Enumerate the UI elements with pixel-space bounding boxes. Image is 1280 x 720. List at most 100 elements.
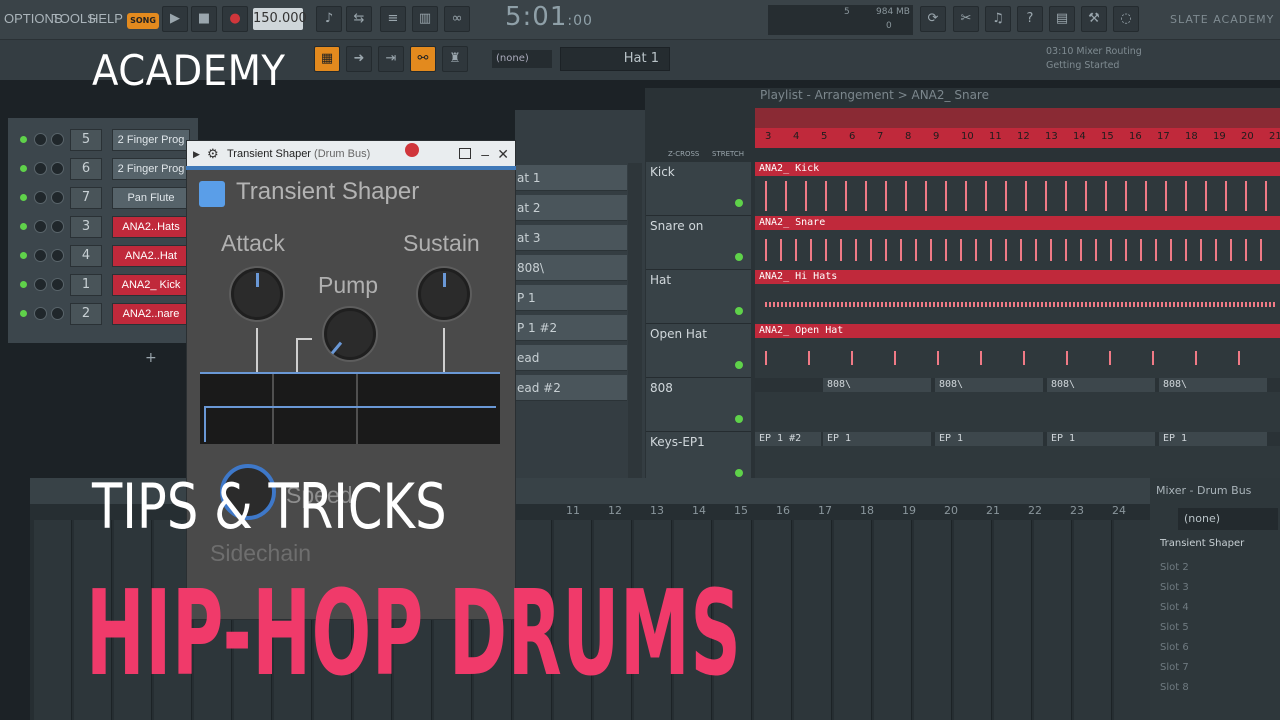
- audio-clip-header[interactable]: ANA2_ Open Hat: [755, 324, 1280, 338]
- mixer-track-number[interactable]: 2: [70, 303, 102, 325]
- close-icon[interactable]: ✕: [497, 141, 509, 167]
- browser-pattern-item[interactable]: P 1: [515, 285, 627, 311]
- track-mute-led-icon[interactable]: [735, 199, 743, 207]
- audio-clip-header[interactable]: ANA2_ Kick: [755, 162, 1280, 176]
- pattern-clip[interactable]: 808\: [935, 378, 1043, 392]
- plugin-enable-checkbox[interactable]: [199, 181, 225, 207]
- browser-pattern-item[interactable]: ead #2: [515, 375, 627, 401]
- plugin-menu-arrow-icon[interactable]: ▶: [193, 141, 200, 167]
- tools-icon[interactable]: ⚒: [1081, 6, 1107, 32]
- track-mute-led-icon[interactable]: [735, 307, 743, 315]
- track-lane[interactable]: [755, 176, 1280, 216]
- detach-icon[interactable]: [459, 148, 471, 159]
- mixer-track-number[interactable]: 6: [70, 158, 102, 180]
- typing-keyboard-icon[interactable]: ▦: [314, 46, 340, 72]
- plugin-titlebar[interactable]: ▶ ⚙ Transient Shaper (Drum Bus) – ✕: [187, 141, 515, 167]
- pan-knob[interactable]: [34, 220, 47, 233]
- browser-scrollbar[interactable]: [628, 163, 642, 483]
- fx-slot[interactable]: Slot 5: [1160, 622, 1189, 633]
- channel-name-button[interactable]: Pan Flute: [112, 187, 190, 209]
- pan-knob[interactable]: [34, 162, 47, 175]
- wait-icon[interactable]: ⇆: [346, 6, 372, 32]
- mixer-insert-strip[interactable]: [834, 520, 872, 720]
- volume-knob[interactable]: [51, 191, 64, 204]
- audio-clip-header[interactable]: ANA2_ Hi Hats: [755, 270, 1280, 284]
- mixer-insert-strip[interactable]: [1074, 520, 1112, 720]
- mixer-insert-strip[interactable]: [794, 520, 832, 720]
- fx-slot[interactable]: Slot 6: [1160, 642, 1189, 653]
- track-header[interactable]: Open Hat: [646, 324, 751, 378]
- pattern-clip[interactable]: EP 1: [823, 432, 931, 446]
- playlist-time-strip[interactable]: [755, 108, 1280, 128]
- mixer-track-number[interactable]: 5: [70, 129, 102, 151]
- blend-icon[interactable]: ▥: [412, 6, 438, 32]
- mixer-insert-strip[interactable]: [1114, 520, 1152, 720]
- track-lane[interactable]: [755, 338, 1280, 378]
- pan-knob[interactable]: [34, 249, 47, 262]
- fx-slot[interactable]: Slot 8: [1160, 682, 1189, 693]
- fx-slot[interactable]: Slot 2: [1160, 562, 1189, 573]
- pattern-clip[interactable]: EP 1: [1159, 432, 1267, 446]
- channel-name-button[interactable]: 2 Finger Prog: [112, 129, 190, 151]
- countdown-icon[interactable]: ≡: [380, 6, 406, 32]
- loop-record-icon[interactable]: ∞: [444, 6, 470, 32]
- mixer-track-number[interactable]: 1: [70, 274, 102, 296]
- link-icon[interactable]: ⚯: [410, 46, 436, 72]
- browser-pattern-item[interactable]: P 1 #2: [515, 315, 627, 341]
- gear-icon[interactable]: ⚙: [207, 141, 219, 167]
- track-mute-led-icon[interactable]: [735, 361, 743, 369]
- song-mode-toggle[interactable]: SONG: [127, 13, 159, 29]
- track-mute-led-icon[interactable]: [735, 469, 743, 477]
- pattern-clip[interactable]: 808\: [1159, 378, 1267, 392]
- volume-knob[interactable]: [51, 220, 64, 233]
- sustain-knob[interactable]: [418, 268, 470, 320]
- fx-slot-transient-shaper[interactable]: Transient Shaper: [1160, 538, 1244, 549]
- channel-led-icon[interactable]: [20, 281, 27, 288]
- mixer-insert-strip[interactable]: [874, 520, 912, 720]
- mixer-insert-strip[interactable]: [34, 520, 72, 720]
- pan-knob[interactable]: [34, 278, 47, 291]
- mixer-insert-strip[interactable]: [994, 520, 1032, 720]
- cut-icon[interactable]: ✂: [953, 6, 979, 32]
- track-mute-led-icon[interactable]: [735, 253, 743, 261]
- pan-knob[interactable]: [34, 133, 47, 146]
- browser-pattern-item[interactable]: 808\: [515, 255, 627, 281]
- channel-led-icon[interactable]: [20, 252, 27, 259]
- refresh-icon[interactable]: ⟳: [920, 6, 946, 32]
- mixer-insert-strip[interactable]: [914, 520, 952, 720]
- mixer-insert-strip[interactable]: [1034, 520, 1072, 720]
- track-lane[interactable]: [755, 392, 1280, 432]
- mic-icon[interactable]: ♫: [985, 6, 1011, 32]
- chat-icon[interactable]: ◌: [1113, 6, 1139, 32]
- browser-pattern-item[interactable]: ead: [515, 345, 627, 371]
- metronome-icon[interactable]: ♪: [316, 6, 342, 32]
- snap-icon[interactable]: ⇥: [378, 46, 404, 72]
- track-header[interactable]: Snare on: [646, 216, 751, 270]
- track-header[interactable]: Kick: [646, 162, 751, 216]
- record-icon[interactable]: ●: [222, 6, 248, 32]
- play-icon[interactable]: ▶: [162, 6, 188, 32]
- channel-name-button[interactable]: ANA2..Hat: [112, 245, 190, 267]
- mixer-track-number[interactable]: 3: [70, 216, 102, 238]
- volume-knob[interactable]: [51, 278, 64, 291]
- arrow-right-icon[interactable]: ➜: [346, 46, 372, 72]
- pattern-clip[interactable]: 808\: [823, 378, 931, 392]
- mixer-input-select[interactable]: (none): [1178, 508, 1278, 530]
- pan-knob[interactable]: [34, 307, 47, 320]
- mixer-insert-strip[interactable]: [954, 520, 992, 720]
- fx-slot[interactable]: Slot 7: [1160, 662, 1189, 673]
- playlist-ruler[interactable]: 3 4 5 6 7 8 9 10 11 12 13 14 15 16 17 18 19 20 21: [755, 128, 1280, 148]
- mixer-track-number[interactable]: 4: [70, 245, 102, 267]
- mixer-track-number[interactable]: 7: [70, 187, 102, 209]
- pan-knob[interactable]: [34, 191, 47, 204]
- stretch-toggle[interactable]: STRETCH: [712, 150, 744, 158]
- volume-knob[interactable]: [51, 162, 64, 175]
- volume-knob[interactable]: [51, 249, 64, 262]
- channel-select[interactable]: Hat 1: [560, 47, 670, 71]
- track-header[interactable]: Hat: [646, 270, 751, 324]
- zcross-toggle[interactable]: Z-CROSS: [668, 150, 699, 158]
- mixer-insert-strip[interactable]: [754, 520, 792, 720]
- volume-knob[interactable]: [51, 133, 64, 146]
- envelope-display[interactable]: [200, 372, 500, 444]
- channel-name-button[interactable]: ANA2..nare: [112, 303, 190, 325]
